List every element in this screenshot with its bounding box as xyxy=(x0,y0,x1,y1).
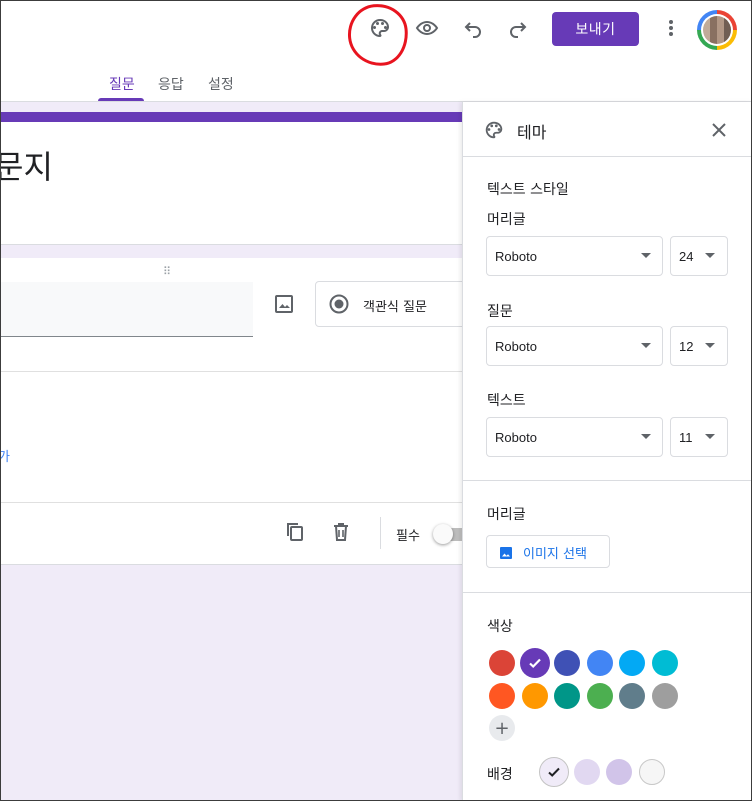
redo-icon[interactable] xyxy=(506,16,530,40)
avatar-image xyxy=(703,16,731,44)
question-title-input[interactable] xyxy=(0,282,253,337)
color-swatch[interactable] xyxy=(651,650,678,676)
duplicate-icon[interactable] xyxy=(283,520,307,544)
delete-icon[interactable] xyxy=(329,520,353,544)
color-swatch[interactable] xyxy=(489,650,515,676)
text-font-select[interactable]: Roboto xyxy=(486,417,663,457)
dropdown-arrow-icon xyxy=(641,434,651,439)
divider xyxy=(463,592,752,593)
question-font-label: 질문 xyxy=(487,304,513,320)
background-swatch[interactable] xyxy=(539,757,569,787)
color-swatch[interactable] xyxy=(619,650,645,676)
send-button[interactable]: 보내기 xyxy=(552,12,639,46)
color-swatch[interactable] xyxy=(489,683,515,709)
color-swatch[interactable] xyxy=(519,648,550,678)
dropdown-arrow-icon xyxy=(705,343,715,348)
accent-stripe xyxy=(0,112,462,122)
dropdown-arrow-icon xyxy=(641,343,651,348)
dropdown-arrow-icon xyxy=(705,253,715,258)
top-bar: 보내기 xyxy=(0,0,752,69)
avatar[interactable] xyxy=(697,10,737,50)
dropdown-arrow-icon xyxy=(705,434,715,439)
add-color-button[interactable]: + xyxy=(489,715,515,741)
required-label: 필수 xyxy=(396,529,420,544)
text-style-label: 텍스트 스타일 xyxy=(487,182,569,198)
color-swatch[interactable] xyxy=(521,683,548,709)
color-swatch[interactable] xyxy=(586,683,613,709)
tab-settings[interactable]: 설정 xyxy=(208,74,234,94)
header-size-select[interactable]: 24 xyxy=(670,236,728,276)
background-swatch[interactable] xyxy=(573,759,600,785)
color-swatch[interactable] xyxy=(651,683,678,709)
more-vert-icon[interactable] xyxy=(659,16,683,40)
header-image-label: 머리글 xyxy=(487,507,526,523)
background-label: 배경 xyxy=(487,767,513,783)
add-image-icon[interactable] xyxy=(272,292,296,316)
header-font-label: 머리글 xyxy=(487,212,526,228)
image-icon xyxy=(499,545,513,559)
add-option-link[interactable]: 가 xyxy=(0,446,10,465)
text-size-select[interactable]: 11 xyxy=(670,417,728,457)
palette-icon xyxy=(483,119,505,141)
question-size-select[interactable]: 12 xyxy=(670,326,728,366)
divider xyxy=(463,156,752,157)
radio-button-icon xyxy=(328,293,350,315)
palette-icon[interactable] xyxy=(368,16,392,40)
drag-handle-icon[interactable]: ⠿ xyxy=(163,265,172,278)
color-label: 색상 xyxy=(487,619,513,635)
color-swatch[interactable] xyxy=(554,650,580,676)
text-font-label: 텍스트 xyxy=(487,393,526,409)
divider xyxy=(0,371,462,372)
color-swatch[interactable] xyxy=(586,650,613,676)
background-swatch[interactable] xyxy=(606,759,632,785)
question-type-select[interactable]: 객관식 질문 xyxy=(315,281,475,327)
question-type-label: 객관식 질문 xyxy=(363,300,427,315)
select-image-button[interactable]: 이미지 선택 xyxy=(486,535,610,568)
close-icon[interactable] xyxy=(707,118,731,142)
form-title-card xyxy=(0,112,462,245)
theme-panel: 테마 텍스트 스타일 머리글 Roboto 24 질문 Roboto 12 텍스… xyxy=(462,102,752,801)
dropdown-arrow-icon xyxy=(641,253,651,258)
undo-icon[interactable] xyxy=(461,16,485,40)
header-font-select[interactable]: Roboto xyxy=(486,236,663,276)
tab-questions[interactable]: 질문 xyxy=(109,74,135,94)
background-swatch[interactable] xyxy=(638,759,665,785)
question-font-select[interactable]: Roboto xyxy=(486,326,663,366)
color-swatch[interactable] xyxy=(554,683,580,709)
divider xyxy=(0,502,462,503)
form-title[interactable]: 문지 xyxy=(0,142,53,188)
divider xyxy=(463,480,752,481)
eye-icon[interactable] xyxy=(415,16,439,40)
theme-panel-title: 테마 xyxy=(517,123,547,142)
divider xyxy=(380,517,381,549)
color-swatch[interactable] xyxy=(619,683,645,709)
tab-responses[interactable]: 응답 xyxy=(158,74,184,94)
